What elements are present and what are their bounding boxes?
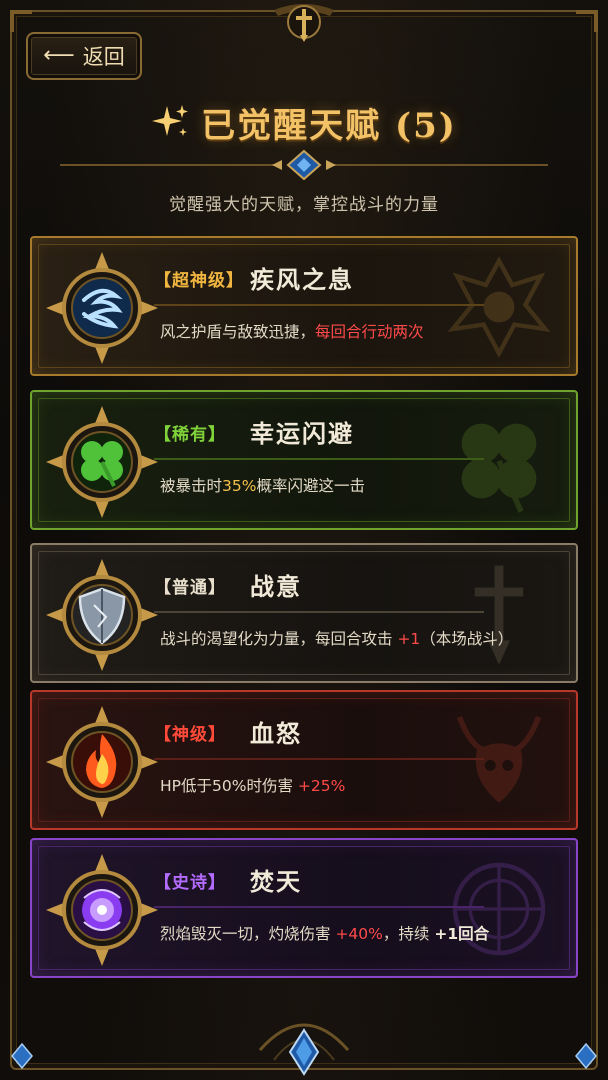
- description-text: 战斗的渴望化为力量，每回合攻击: [160, 630, 398, 648]
- talent-name: 战意: [250, 573, 302, 601]
- back-button-label: 返回: [82, 45, 125, 69]
- talent-description: 烈焰毁灭一切，灼烧伤害 +40%，持续 +1回合: [160, 922, 489, 944]
- top-cross-ornament-icon: [274, 4, 334, 42]
- talent-description: HP低于50%时伤害 +25%: [160, 774, 345, 796]
- talent-card[interactable]: 【史诗】 焚天 烈焰毁灭一切，灼烧伤害 +40%，持续 +1回合: [30, 838, 578, 978]
- demon-skull-icon: [456, 716, 542, 803]
- talent-name: 血怒: [250, 720, 302, 748]
- back-arrow-icon: ⟵: [43, 43, 75, 68]
- talent-screen: ⟵ 返回 已觉醒天赋 (5) 觉醒强大的天赋，掌控战斗的力量 【超神级】 疾风之…: [0, 0, 608, 1080]
- title-row: 已觉醒天赋 (5): [0, 96, 608, 148]
- tier-badge: 【神级】: [154, 725, 226, 745]
- talent-description: 被暴击时35%概率闪避这一击: [160, 474, 365, 496]
- description-text: HP低于50%时伤害: [160, 777, 298, 795]
- description-highlight: 每回合行动两次: [315, 323, 424, 341]
- tier-badge: 【超神级】: [154, 271, 244, 291]
- flame-icon: [46, 706, 158, 818]
- corner-ornament-icon: [10, 10, 32, 32]
- rune-circle-icon: [452, 862, 546, 956]
- page-title: 已觉醒天赋 (5): [201, 105, 457, 146]
- talent-card[interactable]: 【稀有】 幸运闪避 被暴击时35%概率闪避这一击: [30, 390, 578, 530]
- card-divider: [154, 758, 484, 760]
- card-divider: [154, 611, 484, 613]
- description-text: 烈焰毁灭一切，灼烧伤害: [160, 925, 336, 943]
- description-text: 概率闪避这一击: [256, 477, 365, 495]
- title-divider: [60, 149, 548, 181]
- description-text: ，持续: [382, 925, 435, 943]
- talent-card[interactable]: 【超神级】 疾风之息 风之护盾与敌致迅捷，每回合行动两次: [30, 236, 578, 376]
- blue-gem-corner-icon: [575, 1042, 597, 1070]
- shield-icon: [46, 559, 158, 671]
- talent-description: 战斗的渴望化为力量，每回合攻击 +1（本场战斗）: [160, 627, 513, 649]
- card-divider: [154, 906, 484, 908]
- wind-icon: [46, 252, 158, 364]
- talent-name: 疾风之息: [250, 266, 354, 294]
- description-highlight: +40%: [335, 925, 383, 943]
- sword-icon: [474, 565, 524, 665]
- clover-icon: [46, 406, 158, 518]
- card-divider: [154, 304, 484, 306]
- bottom-gem-ornament-icon: [258, 1023, 350, 1076]
- back-button[interactable]: ⟵ 返回: [26, 32, 142, 80]
- talent-name: 焚天: [250, 868, 302, 896]
- tier-badge: 【普通】: [154, 578, 226, 598]
- talent-description: 风之护盾与敌致迅捷，每回合行动两次: [160, 320, 424, 342]
- demon-crest-icon: [447, 256, 551, 358]
- tier-badge: 【史诗】: [154, 873, 226, 893]
- description-text: 风之护盾与敌致迅捷，: [160, 323, 316, 341]
- corner-ornament-icon: [576, 10, 598, 32]
- description-highlight: 35%: [222, 477, 257, 495]
- talent-name: 幸运闪避: [250, 420, 354, 448]
- description-text: （本场战斗）: [420, 630, 514, 648]
- description-highlight: +1回合: [434, 925, 490, 943]
- description-highlight: +25%: [297, 777, 346, 795]
- arcane-orb-icon: [46, 854, 158, 966]
- talent-card[interactable]: 【普通】 战意 战斗的渴望化为力量，每回合攻击 +1（本场战斗）: [30, 543, 578, 683]
- blue-gem-corner-icon: [11, 1042, 33, 1070]
- sparkle-icon: [152, 105, 189, 136]
- description-highlight: +1: [397, 630, 421, 648]
- talent-card[interactable]: 【神级】 血怒 HP低于50%时伤害 +25%: [30, 690, 578, 830]
- clover-icon: [461, 423, 537, 513]
- card-divider: [154, 458, 484, 460]
- tier-badge: 【稀有】: [154, 425, 226, 445]
- description-text: 被暴击时: [160, 477, 223, 495]
- page-subtitle: 觉醒强大的天赋，掌控战斗的力量: [169, 195, 439, 215]
